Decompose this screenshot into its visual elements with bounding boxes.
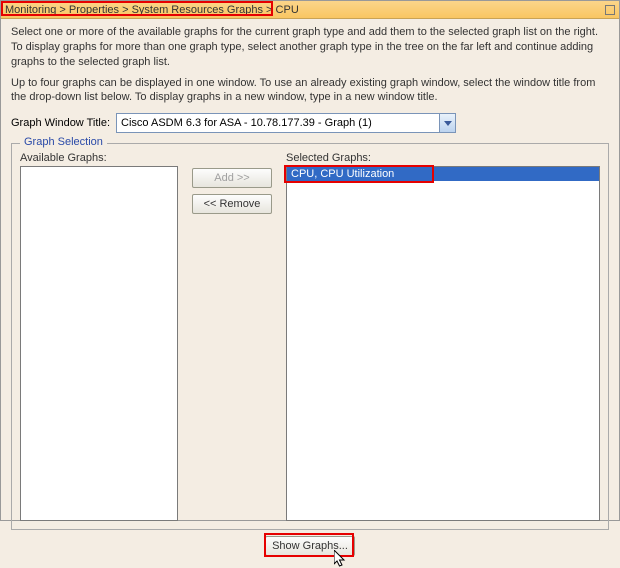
selected-column: Selected Graphs: CPU, CPU Utilization <box>286 152 600 521</box>
fieldset-legend: Graph Selection <box>20 136 107 148</box>
breadcrumb: Monitoring > Properties > System Resourc… <box>5 1 299 19</box>
add-button[interactable]: Add >> <box>192 168 272 188</box>
graph-selection-fieldset: Graph Selection Available Graphs: Add >>… <box>11 143 609 530</box>
available-column: Available Graphs: <box>20 152 178 521</box>
instruction-p2: Up to four graphs can be displayed in on… <box>11 76 609 106</box>
available-label: Available Graphs: <box>20 152 178 164</box>
show-graphs-button[interactable]: Show Graphs... <box>265 536 355 556</box>
window-title-value: Cisco ASDM 6.3 for ASA - 10.78.177.39 - … <box>117 117 439 129</box>
remove-button[interactable]: << Remove <box>192 194 272 214</box>
titlebar: Monitoring > Properties > System Resourc… <box>1 1 619 19</box>
window-title-combo[interactable]: Cisco ASDM 6.3 for ASA - 10.78.177.39 - … <box>116 113 456 133</box>
window-title-label: Graph Window Title: <box>11 117 110 129</box>
instruction-p1: Select one or more of the available grap… <box>11 25 609 70</box>
transfer-buttons: Add >> << Remove <box>186 152 278 214</box>
selected-label: Selected Graphs: <box>286 152 600 164</box>
restore-icon[interactable] <box>605 5 615 15</box>
selected-graphs-list[interactable]: CPU, CPU Utilization <box>286 166 600 521</box>
available-graphs-list[interactable] <box>20 166 178 521</box>
instructions: Select one or more of the available grap… <box>11 25 609 105</box>
list-item[interactable]: CPU, CPU Utilization <box>287 167 599 181</box>
content: Select one or more of the available grap… <box>1 19 619 560</box>
window-title-row: Graph Window Title: Cisco ASDM 6.3 for A… <box>11 113 609 133</box>
footer: Show Graphs... <box>11 536 609 556</box>
chevron-down-icon[interactable] <box>439 114 455 132</box>
